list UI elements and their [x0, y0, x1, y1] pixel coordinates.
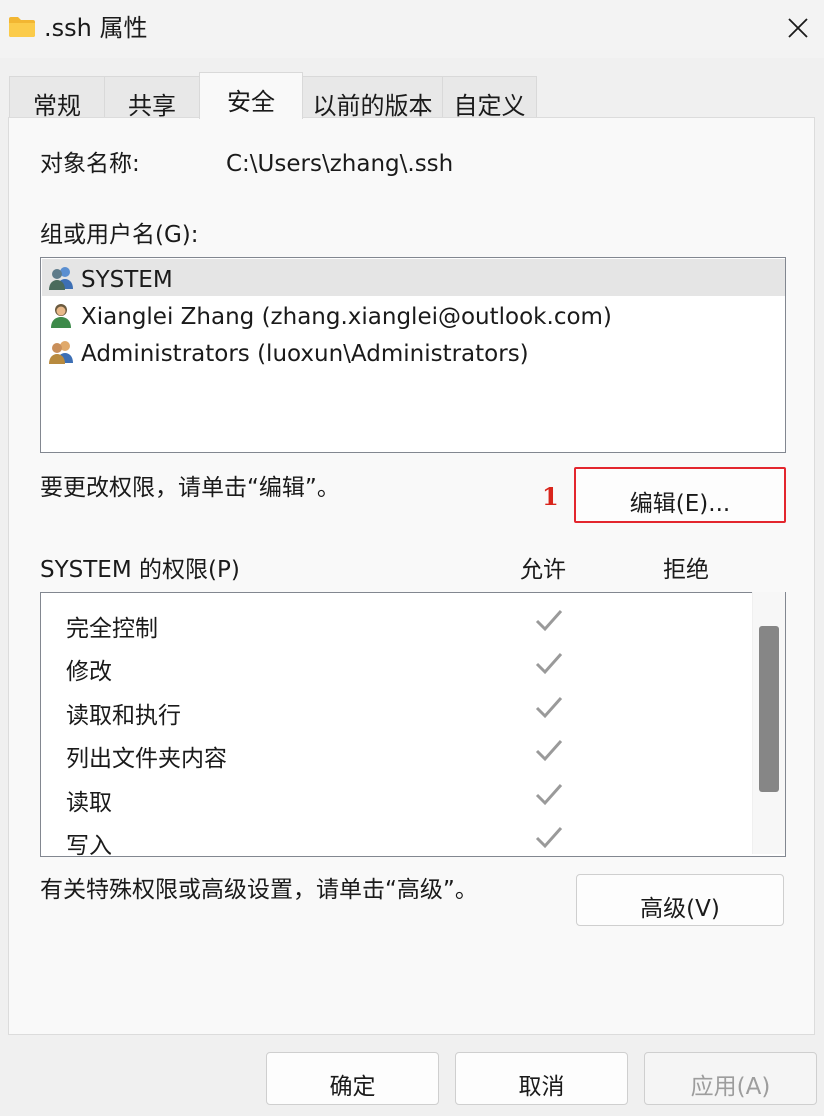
- permission-label: 写入: [66, 833, 112, 857]
- tab-security[interactable]: 安全: [199, 72, 303, 119]
- permission-row: 写入: [41, 817, 753, 857]
- permission-label: 读取: [66, 790, 112, 816]
- object-name-value: C:\Users\zhang\.ssh: [226, 151, 454, 177]
- close-icon: [788, 18, 808, 38]
- allow-column-header: 允许: [520, 557, 566, 583]
- list-item-administrators[interactable]: Administrators (luoxun\Administrators): [42, 333, 785, 370]
- list-item-user[interactable]: Xianglei Zhang (zhang.xianglei@outlook.c…: [42, 296, 785, 333]
- ok-button[interactable]: 确定: [266, 1052, 439, 1105]
- permission-row: 修改: [41, 643, 753, 686]
- annotation-number: 1: [542, 482, 559, 511]
- permission-row: 读取和执行: [41, 687, 753, 730]
- edit-button[interactable]: 编辑(E)...: [574, 467, 786, 523]
- tab-sharing[interactable]: 共享: [104, 76, 200, 120]
- list-item-label: Xianglei Zhang (zhang.xianglei@outlook.c…: [81, 304, 612, 330]
- user-icon: [48, 302, 74, 328]
- list-item-label: Administrators (luoxun\Administrators): [81, 341, 529, 367]
- permission-row: 读取: [41, 774, 753, 817]
- permissions-header: SYSTEM 的权限(P): [40, 557, 240, 583]
- scrollbar-thumb[interactable]: [759, 626, 779, 792]
- edit-hint: 要更改权限，请单击“编辑”。: [40, 475, 340, 501]
- checkmark-icon: [535, 784, 563, 806]
- permission-label: 读取和执行: [66, 703, 181, 729]
- tab-previous-versions[interactable]: 以前的版本: [302, 76, 443, 120]
- permission-row: 列出文件夹内容: [41, 730, 753, 773]
- permissions-list[interactable]: 完全控制 修改 读取和执行 列出文件夹内容 读取 写入: [40, 592, 786, 857]
- permission-label: 完全控制: [66, 616, 158, 642]
- group-users-icon: [48, 339, 74, 365]
- deny-column-header: 拒绝: [663, 557, 709, 583]
- tab-customize[interactable]: 自定义: [442, 76, 537, 120]
- object-name-label: 对象名称:: [40, 151, 140, 177]
- group-users-icon: [48, 265, 74, 291]
- checkmark-icon: [535, 827, 563, 849]
- list-item-label: SYSTEM: [81, 267, 173, 293]
- group-user-list[interactable]: SYSTEM Xianglei Zhang (zhang.xianglei@ou…: [40, 257, 786, 453]
- groups-label: 组或用户名(G):: [40, 222, 199, 248]
- title-bar: .ssh 属性: [0, 0, 824, 58]
- permission-label: 列出文件夹内容: [66, 746, 227, 772]
- list-item-system[interactable]: SYSTEM: [42, 259, 785, 296]
- checkmark-icon: [535, 740, 563, 762]
- window-title: .ssh 属性: [44, 14, 148, 42]
- permission-row: 完全控制: [41, 600, 753, 643]
- permissions-scrollbar[interactable]: [752, 592, 785, 854]
- advanced-button[interactable]: 高级(V): [576, 874, 784, 926]
- tab-general[interactable]: 常规: [9, 76, 105, 120]
- checkmark-icon: [535, 697, 563, 719]
- checkmark-icon: [535, 653, 563, 675]
- permission-label: 修改: [66, 659, 112, 685]
- advanced-hint: 有关特殊权限或高级设置，请单击“高级”。: [40, 877, 478, 903]
- apply-button[interactable]: 应用(A): [644, 1052, 817, 1105]
- folder-icon: [8, 16, 36, 38]
- checkmark-icon: [535, 610, 563, 632]
- close-button[interactable]: [778, 8, 818, 48]
- cancel-button[interactable]: 取消: [455, 1052, 628, 1105]
